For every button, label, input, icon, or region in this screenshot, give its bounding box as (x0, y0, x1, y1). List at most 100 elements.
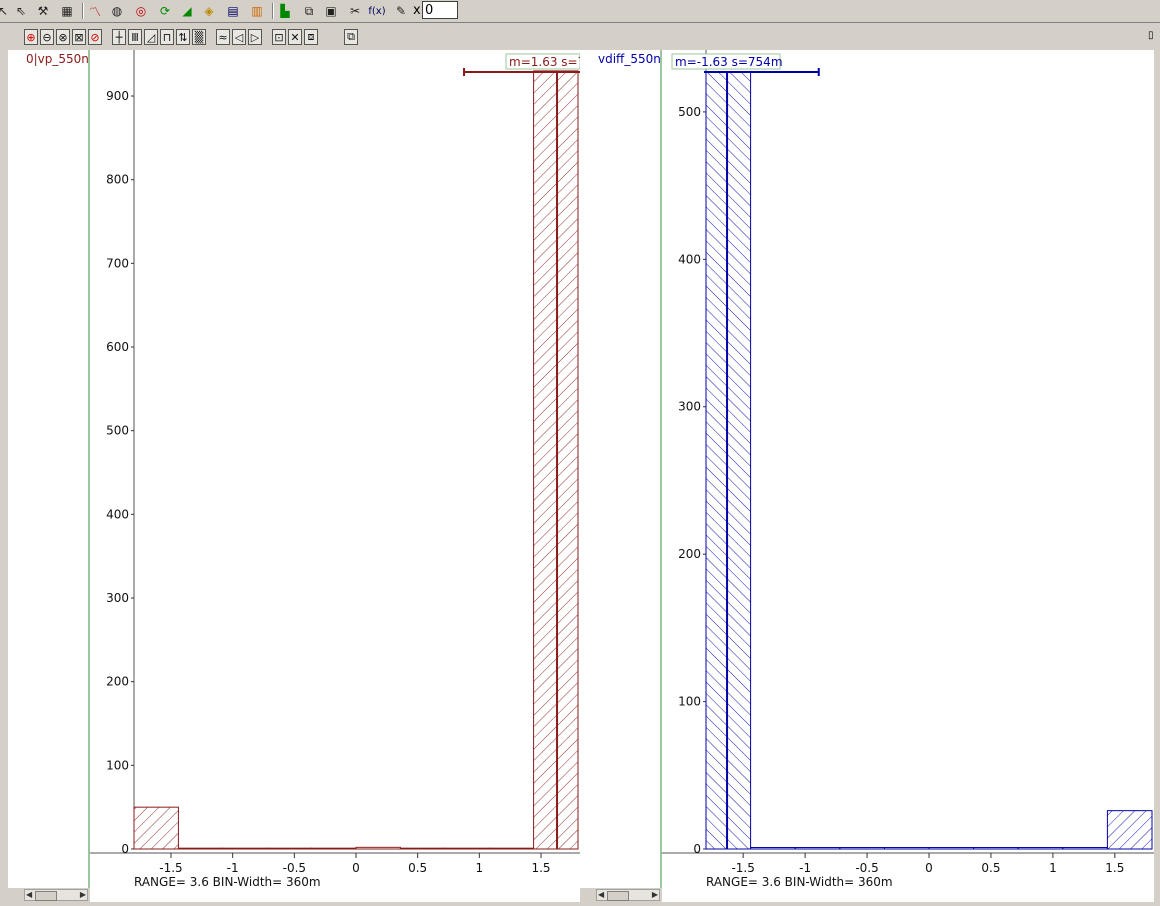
close-icon[interactable]: ✕ (288, 29, 302, 45)
copy-icon[interactable]: ⧉ (300, 2, 318, 20)
function-icon[interactable]: f(x) (368, 2, 386, 20)
histogram-bar (928, 847, 975, 850)
x-tick-label: 0 (352, 861, 360, 875)
zoom-out-icon[interactable]: ⊖ (40, 29, 54, 45)
main-toolbar: ↖ ⇖ ⚒ ▦ 〽 ◍ ◎ ⟳ ◢ ◈ ▤ ▥ ▙ ⧉ ▣ ✂ f(x) ✎ x (0, 0, 1160, 23)
grid-icon[interactable]: ▒ (192, 29, 206, 45)
histogram-bar (1062, 847, 1108, 850)
globe-icon[interactable]: ◍ (108, 2, 126, 20)
next-icon[interactable]: ▷ (248, 29, 262, 45)
y-tick-label: 800 (106, 173, 129, 187)
histogram-bar (794, 847, 841, 850)
histogram-bar (839, 847, 885, 850)
histogram-bar (266, 847, 313, 850)
y-tick-label: 900 (106, 89, 129, 103)
edit-icon[interactable]: ✎ (392, 2, 410, 20)
x-tick-label: 1 (1049, 861, 1057, 875)
bars-icon[interactable]: Ⅲ (128, 29, 142, 45)
histogram-panel-left: 0 100 200 300 400 500 600 700 800 900 -1.5 -1 -0.5 0 0… (90, 50, 585, 902)
zoom-clear-icon[interactable]: ⊘ (88, 29, 102, 45)
x-value-input[interactable] (422, 1, 458, 19)
y-tick-label: 0 (693, 842, 701, 856)
x-tick-label: 1.5 (1105, 861, 1124, 875)
stats-label: m=1.63 s=7 (509, 55, 580, 69)
y-tick-label: 400 (106, 507, 129, 521)
histogram-bar (1106, 810, 1153, 850)
histogram-bar (311, 847, 357, 850)
line-chart-icon[interactable]: 〽 (86, 2, 104, 20)
histogram-chart-left[interactable]: 0 100 200 300 400 500 600 700 800 900 -1.5 -1 -0.5 0 0… (90, 50, 585, 902)
histogram-bar (973, 847, 1019, 850)
y-tick-label: 600 (106, 340, 129, 354)
area-chart-icon[interactable]: ◢ (178, 2, 196, 20)
y-tick-label: 500 (106, 424, 129, 438)
link-icon[interactable]: ⧉ (344, 29, 358, 45)
left-histogram-name[interactable]: 0|vp_550n (26, 52, 89, 66)
histogram-bar (750, 847, 796, 850)
y-tick-label: 200 (106, 675, 129, 689)
zoom-in-icon[interactable]: ⊕ (24, 29, 38, 45)
target-icon[interactable]: ◎ (132, 2, 150, 20)
x-tick-label: 0.5 (408, 861, 427, 875)
table-icon[interactable]: ▤ (224, 2, 242, 20)
x-tick-label: 0 (925, 861, 933, 875)
y-tick-label: 300 (106, 591, 129, 605)
paste-icon[interactable]: ▣ (322, 2, 340, 20)
y-tick-label: 200 (678, 547, 701, 561)
histogram-bar (556, 70, 579, 850)
arrow-select-icon[interactable]: ⇖ (12, 2, 30, 20)
group-icon[interactable]: ⧈ (304, 29, 318, 45)
slope-icon[interactable]: ◿ (144, 29, 158, 45)
x-tick-label: -1 (799, 861, 811, 875)
y-tick-label: 100 (106, 758, 129, 772)
x-tick-label: -1.5 (159, 861, 182, 875)
middle-histogram-list: vdiff_550n (580, 50, 662, 888)
wave-icon[interactable]: ≈ (216, 29, 230, 45)
middle-scrollbar[interactable]: ◀ ▶ (596, 889, 660, 901)
histogram-bar (222, 847, 268, 850)
histogram-icon[interactable]: ▙ (276, 2, 294, 20)
zoom-reset-icon[interactable]: ⊗ (56, 29, 70, 45)
zoom-box-icon[interactable]: ⊠ (72, 29, 86, 45)
fit-icon[interactable]: ⊡ (272, 29, 286, 45)
x-tick-label: -0.5 (855, 861, 878, 875)
histogram-bar (444, 847, 490, 850)
x-tick-label: 1.5 (531, 861, 550, 875)
left-scrollbar[interactable]: ◀ ▶ (24, 889, 88, 901)
wrench-icon[interactable]: ⚒ (34, 2, 52, 20)
histogram-bar (399, 847, 446, 850)
histogram-chart-right[interactable]: 0 100 200 300 400 500 -1.5 -1 -0.5 0 0.5 1 1.5 m=-1.6… (662, 50, 1154, 902)
stats-label: m=-1.63 s=754m (675, 55, 783, 69)
x-tick-label: -0.5 (283, 861, 306, 875)
marker-icon[interactable]: ⇅ (176, 29, 190, 45)
y-tick-label: 0 (121, 842, 129, 856)
cut-icon[interactable]: ✂ (346, 2, 364, 20)
x-tick-label: -1.5 (731, 861, 754, 875)
range-label: RANGE= 3.6 BIN-Width= 360m (706, 875, 893, 889)
arrow-icon[interactable]: ↖ (0, 2, 12, 20)
prev-icon[interactable]: ◁ (232, 29, 246, 45)
y-tick-label: 700 (106, 256, 129, 270)
panel-toggle-icon[interactable]: ▯ (1148, 30, 1160, 44)
histogram-bar (726, 71, 752, 850)
crosshair-icon[interactable]: ┼ (112, 29, 126, 45)
histogram-bar (705, 71, 728, 850)
middle-histogram-name[interactable]: vdiff_550n (598, 52, 661, 66)
histogram-bar (488, 847, 535, 850)
histogram-bar (133, 806, 179, 850)
histogram-panel-right: 0 100 200 300 400 500 -1.5 -1 -0.5 0 0.5 1 1.5 m=-1.6… (662, 50, 1154, 902)
bar-chart-icon[interactable]: ▥ (248, 2, 266, 20)
x-tick-label: 0.5 (981, 861, 1000, 875)
x-input-label: x (413, 3, 421, 18)
y-tick-label: 300 (678, 400, 701, 414)
histogram-bar (177, 847, 224, 850)
x-tick-label: 1 (476, 861, 484, 875)
peak-icon[interactable]: ⊓ (160, 29, 174, 45)
y-tick-label: 500 (678, 105, 701, 119)
range-label: RANGE= 3.6 BIN-Width= 360m (134, 875, 321, 889)
refresh-icon[interactable]: ⟳ (156, 2, 174, 20)
palette-icon[interactable]: ▦ (58, 2, 76, 20)
histogram-bar (355, 846, 401, 850)
layers-icon[interactable]: ◈ (200, 2, 218, 20)
x-tick-label: -1 (227, 861, 239, 875)
